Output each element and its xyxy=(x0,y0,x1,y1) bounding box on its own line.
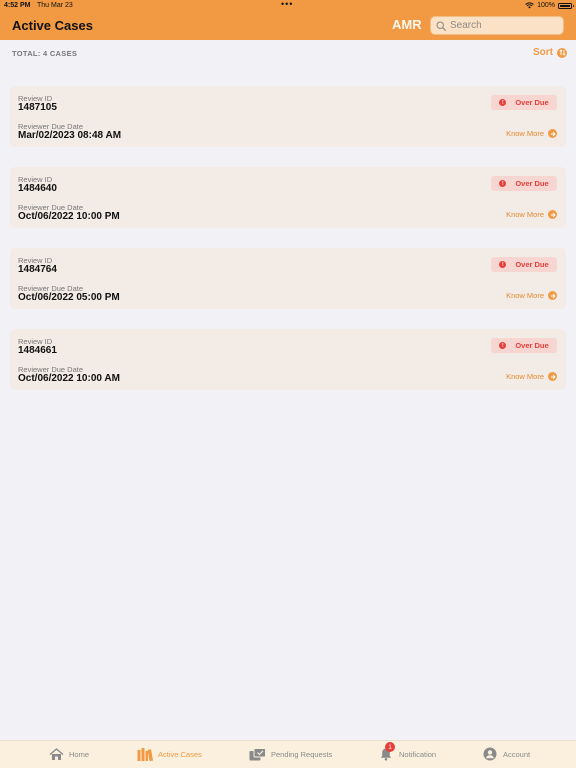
logo-text: AMR xyxy=(392,17,422,31)
tab-bar: Home Active Cases Pending Requests 1 Not… xyxy=(0,740,576,768)
review-id-value: 1484640 xyxy=(18,183,57,194)
know-more-link[interactable]: Know More xyxy=(506,210,557,219)
tab-label: Home xyxy=(69,749,90,759)
page-title: Active Cases xyxy=(12,18,93,33)
arrow-right-circle-icon xyxy=(548,291,557,300)
tab-label: Pending Requests xyxy=(271,749,333,759)
account-icon xyxy=(482,747,498,761)
due-date-value: Mar/02/2023 08:48 AM xyxy=(18,130,122,141)
pending-requests-icon xyxy=(249,747,266,761)
status-text: Over Due xyxy=(515,179,549,188)
know-more-link[interactable]: Know More xyxy=(506,129,557,138)
sort-button[interactable]: Sort xyxy=(533,47,567,58)
case-card[interactable]: Review ID 1484640 Reviewer Due Date Oct/… xyxy=(10,167,566,228)
status-time: 4:52 PM xyxy=(4,2,31,9)
battery-percent: 100% xyxy=(537,2,555,9)
alert-icon: ! xyxy=(499,180,507,187)
arrow-right-circle-icon xyxy=(548,210,557,219)
search-box[interactable] xyxy=(430,16,564,35)
overdue-badge: ! Over Due xyxy=(491,176,557,191)
tab-account[interactable]: Account xyxy=(482,747,530,761)
battery-icon xyxy=(558,2,574,9)
tab-label: Account xyxy=(503,749,531,759)
amr-logo: AMR xyxy=(392,17,422,31)
tab-notification[interactable]: 1 Notification xyxy=(378,742,437,761)
status-text: Over Due xyxy=(515,341,549,350)
know-more-link[interactable]: Know More xyxy=(506,372,557,381)
know-more-label: Know More xyxy=(506,129,544,138)
overdue-badge: ! Over Due xyxy=(491,338,557,353)
sort-label: Sort xyxy=(533,47,553,58)
case-card[interactable]: Review ID 1484661 Reviewer Due Date Oct/… xyxy=(10,329,566,390)
review-id-value: 1487105 xyxy=(18,102,57,113)
due-date-value: Oct/06/2022 05:00 PM xyxy=(18,292,120,303)
review-id-value: 1484764 xyxy=(18,264,57,275)
overdue-badge: ! Over Due xyxy=(491,95,557,110)
notification-badge: 1 xyxy=(385,742,395,752)
books-icon xyxy=(137,747,153,761)
search-input[interactable] xyxy=(450,20,560,31)
tab-label: Active Cases xyxy=(158,749,202,759)
status-text: Over Due xyxy=(515,260,549,269)
status-indicators: 100% xyxy=(525,2,574,9)
know-more-label: Know More xyxy=(506,372,544,381)
case-list: Review ID 1487105 Reviewer Due Date Mar/… xyxy=(10,86,566,410)
status-text: Over Due xyxy=(515,98,549,107)
alert-icon: ! xyxy=(499,99,507,106)
status-bar: 4:52 PM Thu Mar 23 ••• 100% xyxy=(0,0,576,11)
know-more-label: Know More xyxy=(506,210,544,219)
sort-icon xyxy=(557,47,567,58)
multitasking-dots-icon[interactable]: ••• xyxy=(281,0,293,9)
search-icon xyxy=(436,20,446,31)
due-date-value: Oct/06/2022 10:00 PM xyxy=(18,211,120,222)
know-more-label: Know More xyxy=(506,291,544,300)
tab-pending-requests[interactable]: Pending Requests xyxy=(249,747,332,761)
arrow-right-circle-icon xyxy=(548,372,557,381)
status-date: Thu Mar 23 xyxy=(37,2,73,9)
case-card[interactable]: Review ID 1487105 Reviewer Due Date Mar/… xyxy=(10,86,566,147)
tab-label: Notification xyxy=(399,749,437,759)
bell-icon: 1 xyxy=(378,742,395,761)
total-cases-label: TOTAL: 4 CASES xyxy=(12,49,78,58)
due-date-value: Oct/06/2022 10:00 AM xyxy=(18,373,120,384)
overdue-badge: ! Over Due xyxy=(491,257,557,272)
case-card[interactable]: Review ID 1484764 Reviewer Due Date Oct/… xyxy=(10,248,566,309)
nav-header: 4:52 PM Thu Mar 23 ••• 100% Active Cases… xyxy=(0,0,576,40)
tab-home[interactable]: Home xyxy=(48,747,89,761)
tab-active-cases[interactable]: Active Cases xyxy=(137,747,202,761)
know-more-link[interactable]: Know More xyxy=(506,291,557,300)
alert-icon: ! xyxy=(499,342,507,349)
alert-icon: ! xyxy=(499,261,507,268)
review-id-value: 1484661 xyxy=(18,345,57,356)
wifi-icon xyxy=(525,2,534,9)
arrow-right-circle-icon xyxy=(548,129,557,138)
home-icon xyxy=(48,747,64,761)
